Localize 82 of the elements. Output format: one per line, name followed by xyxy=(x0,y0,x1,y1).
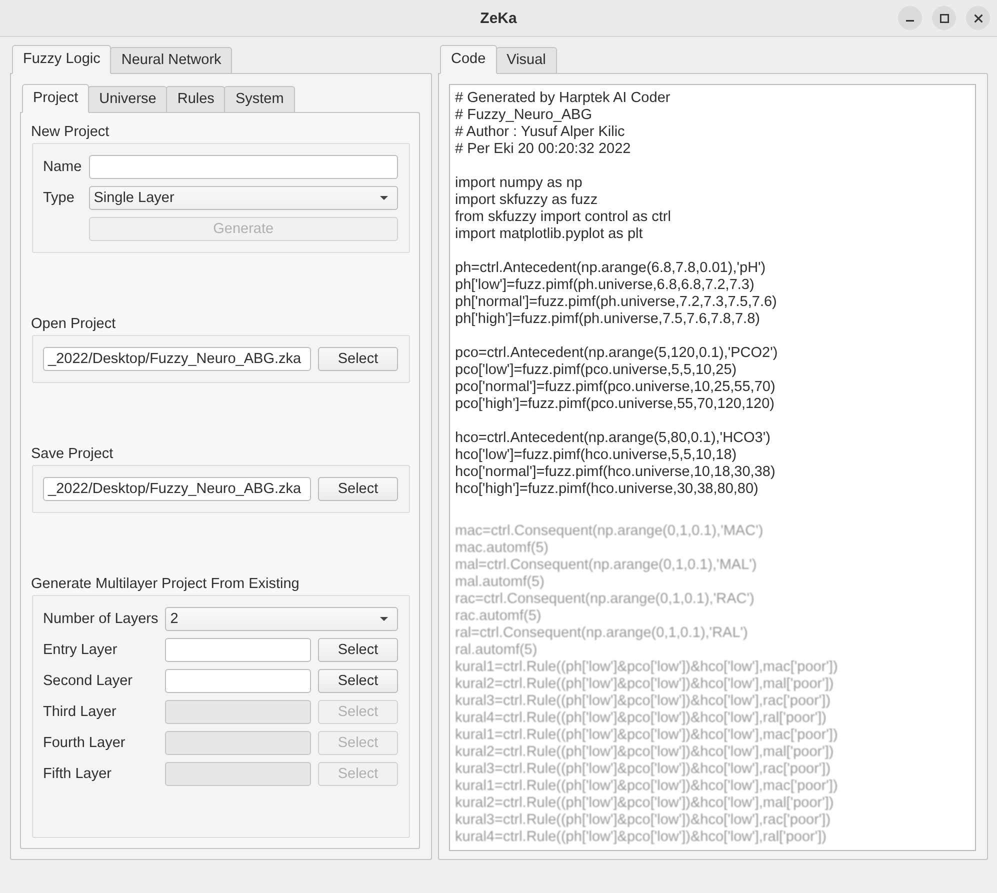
file-path-field[interactable] xyxy=(165,762,311,786)
code-line: kural4=ctrl.Rule((ph['low']&pco['low'])&hco['low'],ral['poor']) xyxy=(455,710,826,727)
tab[interactable]: Rules xyxy=(166,86,226,113)
field-label: Number of Layers xyxy=(43,610,158,628)
code-line: mac.automf(5) xyxy=(455,540,548,557)
section-title: New Project xyxy=(31,124,110,141)
code-line: kural3=ctrl.Rule((ph['low']&pco['low'])&hco['low'],rac['poor']) xyxy=(455,693,831,710)
code-line: kural1=ctrl.Rule((ph['low']&pco['low'])&hco['low'],mac['poor']) xyxy=(455,778,838,795)
code-line: rac=ctrl.Consequent(np.arange(0,1,0.1),'RAC') xyxy=(455,591,754,608)
select-button[interactable]: Select xyxy=(318,347,398,371)
code-line: pco['low']=fuzz.pimf(pco.universe,5,5,10,25) xyxy=(455,362,737,379)
code-line: kural1=ctrl.Rule((ph['low']&pco['low'])&hco['low'],mac['poor']) xyxy=(455,659,838,676)
file-path-field[interactable] xyxy=(165,669,311,693)
code-line: hco=ctrl.Antecedent(np.arange(5,80,0.1),'HCO3') xyxy=(455,430,770,447)
select-button[interactable]: Select xyxy=(318,669,398,693)
select-button[interactable]: Select xyxy=(318,477,398,501)
code-line: import numpy as np xyxy=(455,175,582,192)
field-label: Name xyxy=(43,158,82,176)
code-line: # Fuzzy_Neuro_ABG xyxy=(455,107,592,124)
code-line: pco=ctrl.Antecedent(np.arange(5,120,0.1),'PCO2') xyxy=(455,345,778,362)
code-line: kural4=ctrl.Rule((ph['low']&pco['low'])&hco['low'],ral['poor']) xyxy=(455,829,826,846)
section-title: Generate Multilayer Project From Existing xyxy=(31,576,300,593)
code-line: kural1=ctrl.Rule((ph['low']&pco['low'])&hco['low'],mac['poor']) xyxy=(455,727,838,744)
code-line: hco['high']=fuzz.pimf(hco.universe,30,38,80,80) xyxy=(455,481,758,498)
minimize-button[interactable] xyxy=(898,6,922,30)
code-line: ral=ctrl.Consequent(np.arange(0,1,0.1),'RAL') xyxy=(455,625,748,642)
code-line: rac.automf(5) xyxy=(455,608,542,625)
dropdown[interactable]: 2 xyxy=(165,607,398,631)
field-label: Type xyxy=(43,190,76,206)
code-line: hco['normal']=fuzz.pimf(hco.universe,10,18,30,38) xyxy=(455,464,776,481)
maximize-button[interactable] xyxy=(932,6,956,30)
select-button[interactable]: Select xyxy=(318,638,398,662)
section-title: Open Project xyxy=(31,316,117,333)
tab[interactable]: System xyxy=(224,86,295,113)
code-line: # Author : Yusuf Alper Kilic xyxy=(455,124,625,141)
file-path-field[interactable]: _2022/Desktop/Fuzzy_Neuro_ABG.zka xyxy=(43,477,311,501)
code-line: kural2=ctrl.Rule((ph['low']&pco['low'])&hco['low'],mal['poor']) xyxy=(455,795,834,812)
tab[interactable]: Code xyxy=(440,45,497,74)
code-line: from skfuzzy import control as ctrl xyxy=(455,209,671,226)
code-line: mal.automf(5) xyxy=(455,574,544,591)
minimize-icon xyxy=(906,20,914,22)
field-label: Entry Layer xyxy=(43,642,118,658)
caret-icon xyxy=(380,617,388,621)
text-field[interactable] xyxy=(88,155,398,179)
file-path-field[interactable] xyxy=(165,731,311,755)
code-line: kural3=ctrl.Rule((ph['low']&pco['low'])&hco['low'],rac['poor']) xyxy=(455,761,831,778)
code-line: ph=ctrl.Antecedent(np.arange(6.8,7.8,0.01),'pH') xyxy=(455,260,766,277)
code-line: # Per Eki 20 00:20:32 2022 xyxy=(455,141,631,158)
close-button[interactable] xyxy=(966,6,990,30)
code-line: ral.automf(5) xyxy=(455,642,538,659)
code-line: pco['high']=fuzz.pimf(pco.universe,55,70,120,120) xyxy=(455,396,774,413)
code-line: kural2=ctrl.Rule((ph['low']&pco['low'])&hco['low'],mal['poor']) xyxy=(455,744,834,761)
code-line: pco['normal']=fuzz.pimf(pco.universe,10,25,55,70) xyxy=(455,379,776,396)
code-line: mac=ctrl.Consequent(np.arange(0,1,0.1),'MAC') xyxy=(455,523,764,540)
window-title: ZeKa xyxy=(480,10,517,26)
tab[interactable]: Universe xyxy=(88,86,168,113)
code-line: kural2=ctrl.Rule((ph['low']&pco['low'])&hco['low'],mal['poor']) xyxy=(455,676,834,693)
code-line: ph['low']=fuzz.pimf(ph.universe,6.8,6.8,7.2,7.3) xyxy=(455,277,754,294)
tab[interactable]: Project xyxy=(22,84,90,113)
tab[interactable]: Fuzzy Logic xyxy=(12,45,112,74)
tab[interactable]: Visual xyxy=(496,47,557,74)
maximize-icon xyxy=(940,14,948,22)
close-icon xyxy=(974,14,982,22)
code-line: kural3=ctrl.Rule((ph['low']&pco['low'])&hco['low'],rac['poor']) xyxy=(455,812,831,829)
field-label: Fourth Layer xyxy=(43,734,126,752)
code-line: ph['high']=fuzz.pimf(ph.universe,7.5,7.6,7.8,7.8) xyxy=(455,311,760,328)
caret-icon xyxy=(380,196,388,200)
code-line: mal=ctrl.Consequent(np.arange(0,1,0.1),'MAL') xyxy=(455,557,757,574)
field-label: Fifth Layer xyxy=(43,766,112,782)
file-path-field[interactable] xyxy=(165,700,311,724)
tab[interactable]: Neural Network xyxy=(110,47,232,74)
section-title: Save Project xyxy=(31,446,114,463)
dropdown[interactable]: Single Layer xyxy=(88,186,398,210)
code-line: import matplotlib.pyplot as plt xyxy=(455,226,643,243)
code-line: hco['low']=fuzz.pimf(hco.universe,5,5,10,18) xyxy=(455,447,737,464)
file-path-field[interactable] xyxy=(165,638,311,662)
code-line: import skfuzzy as fuzz xyxy=(455,192,598,209)
file-path-field[interactable]: _2022/Desktop/Fuzzy_Neuro_ABG.zka xyxy=(43,347,311,371)
field-label: Third Layer xyxy=(43,704,118,720)
field-label: Second Layer xyxy=(43,672,134,690)
code-line: # Generated by Harptek AI Coder xyxy=(455,90,670,107)
code-line: ph['normal']=fuzz.pimf(ph.universe,7.2,7.3,7.5,7.6) xyxy=(455,294,777,311)
